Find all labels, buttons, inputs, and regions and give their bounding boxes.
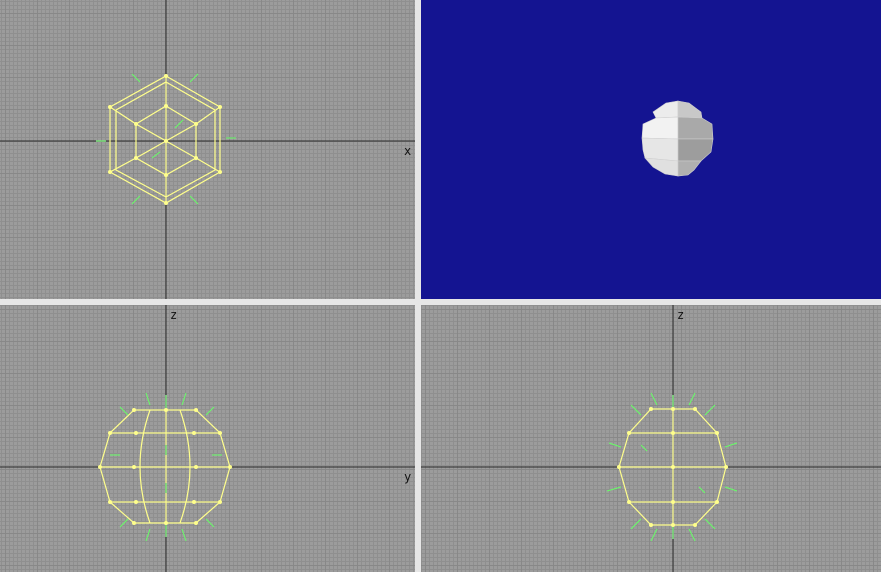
- front-viewport[interactable]: z y: [0, 305, 415, 572]
- perspective-viewport[interactable]: [421, 0, 881, 299]
- axis-label-y: y: [404, 470, 412, 484]
- shaded-sphere: [641, 100, 714, 177]
- top-viewport-canvas: [0, 0, 415, 299]
- horizontal-splitter[interactable]: [0, 299, 881, 305]
- top-viewport[interactable]: x: [0, 0, 415, 299]
- axis-label-z: z: [677, 308, 685, 322]
- side-viewport-canvas: [421, 305, 881, 572]
- front-viewport-canvas: [0, 305, 415, 572]
- axis-label-x: x: [404, 144, 412, 158]
- sphere-wireframe-front: [99, 409, 231, 524]
- vertical-splitter[interactable]: [415, 0, 421, 572]
- axis-label-z: z: [170, 308, 178, 322]
- vertices-top: [108, 74, 222, 205]
- side-viewport[interactable]: z: [421, 305, 881, 572]
- perspective-canvas: [641, 100, 714, 177]
